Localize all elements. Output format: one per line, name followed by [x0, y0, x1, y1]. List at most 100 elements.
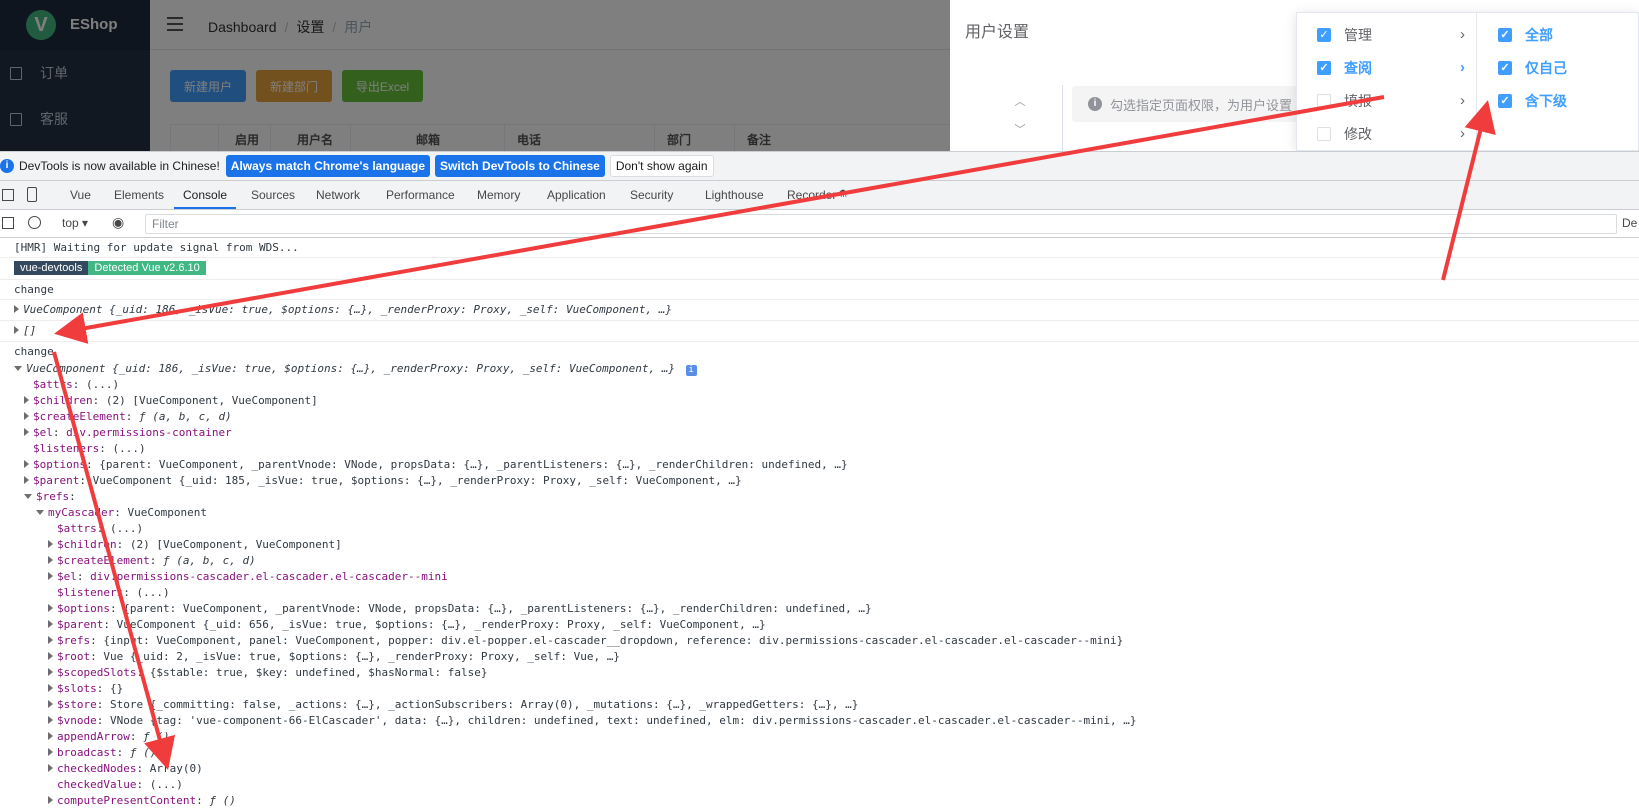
object-property-row[interactable]: $options: {parent: VueComponent, _parent…: [48, 601, 872, 617]
cascader-option-subordinates[interactable]: ✓ 含下级: [1478, 84, 1639, 118]
expand-triangle-icon[interactable]: [24, 396, 29, 404]
tab-network[interactable]: Network: [316, 181, 360, 209]
console-output: [HMR] Waiting for update signal from WDS…: [0, 238, 1639, 812]
expand-triangle-icon[interactable]: [24, 412, 29, 420]
collapse-triangle-icon[interactable]: [24, 494, 32, 499]
expand-triangle-icon[interactable]: [48, 668, 53, 676]
colon: :: [109, 602, 124, 615]
property-key: $refs: [57, 634, 91, 647]
object-property-row[interactable]: $options: {parent: VueComponent, _parent…: [24, 457, 848, 473]
expand-triangle-icon[interactable]: [48, 572, 53, 580]
object-property-row[interactable]: appendArrow: ƒ (): [48, 729, 170, 745]
checkbox-checked-icon[interactable]: ✓: [1317, 61, 1331, 75]
property-key: $options: [57, 602, 110, 615]
expand-triangle-icon[interactable]: [48, 764, 53, 772]
vue-version-badge: Detected Vue v2.6.10: [88, 261, 206, 275]
checkbox-unchecked-icon[interactable]: [1317, 127, 1331, 141]
object-property-row[interactable]: $scopedSlots: {$stable: true, $key: unde…: [48, 665, 488, 681]
checkbox-checked-icon[interactable]: ✓: [1498, 28, 1512, 42]
property-key: $listeners: [33, 442, 100, 455]
expand-triangle-icon[interactable]: [48, 604, 53, 612]
object-property-row[interactable]: $createElement: ƒ (a, b, c, d): [48, 553, 256, 569]
expand-triangle-icon[interactable]: [24, 460, 29, 468]
object-property-row[interactable]: $parent: VueComponent {_uid: 656, _isVue…: [48, 617, 766, 633]
object-property-row[interactable]: $refs:: [24, 489, 76, 505]
clear-console-icon[interactable]: [28, 216, 41, 229]
chevron-down-icon[interactable]: ﹀: [1010, 116, 1030, 144]
eye-icon[interactable]: ◉: [112, 214, 124, 231]
object-property-row[interactable]: $createElement: ƒ (a, b, c, d): [24, 409, 232, 425]
info-icon[interactable]: i: [685, 365, 697, 376]
filter-input[interactable]: Filter: [145, 214, 1617, 234]
object-property-row[interactable]: broadcast: ƒ (): [48, 745, 156, 761]
modal-overlay[interactable]: [0, 0, 950, 151]
expand-triangle-icon[interactable]: [14, 305, 19, 313]
cascader-option-manage[interactable]: ✓ 管理 ›: [1297, 18, 1477, 52]
expand-triangle-icon[interactable]: [24, 428, 29, 436]
cascader-option-edit[interactable]: 修改 ›: [1297, 117, 1477, 151]
object-property-row[interactable]: $el: div.permissions-cascader.el-cascade…: [48, 569, 448, 585]
context-selector[interactable]: top ▾: [62, 216, 88, 230]
tab-vue[interactable]: Vue: [70, 181, 91, 209]
tab-recorder[interactable]: Recorder: [787, 181, 836, 209]
object-property-row[interactable]: checkedNodes: Array(0): [48, 761, 203, 777]
expand-triangle-icon[interactable]: [48, 684, 53, 692]
sidebar-toggle-icon[interactable]: [2, 217, 14, 229]
checkbox-checked-icon[interactable]: ✓: [1498, 94, 1512, 108]
dont-show-again-button[interactable]: Don't show again: [609, 155, 714, 177]
cascader-option-view[interactable]: ✓ 查阅 ›: [1297, 51, 1477, 85]
object-property-row[interactable]: myCascader: VueComponent: [36, 505, 207, 521]
cascader-option-fill[interactable]: 填报 ›: [1297, 84, 1477, 118]
default-levels-dropdown[interactable]: De: [1622, 216, 1637, 230]
object-property-row[interactable]: $root: Vue {_uid: 2, _isVue: true, $opti…: [48, 649, 620, 665]
console-toolbar: top ▾ ◉ Filter De: [0, 210, 1639, 238]
switch-chinese-button[interactable]: Switch DevTools to Chinese: [435, 155, 605, 177]
tab-security[interactable]: Security: [630, 181, 673, 209]
console-message[interactable]: []: [0, 321, 1639, 342]
object-property-row[interactable]: $slots: {}: [48, 681, 123, 697]
expand-triangle-icon[interactable]: [24, 476, 29, 484]
expand-triangle-icon[interactable]: [48, 620, 53, 628]
object-property-row[interactable]: computePresentContent: ƒ (): [48, 793, 236, 809]
expand-triangle-icon[interactable]: [48, 732, 53, 740]
device-toggle-icon[interactable]: [27, 187, 37, 202]
collapse-triangle-icon[interactable]: [14, 366, 22, 371]
cascader-option-self[interactable]: ✓ 仅自己: [1478, 51, 1639, 85]
tab-sources[interactable]: Sources: [251, 181, 295, 209]
expand-triangle-icon[interactable]: [14, 326, 19, 334]
object-property-row[interactable]: $children: (2) [VueComponent, VueCompone…: [24, 393, 318, 409]
expand-triangle-icon[interactable]: [48, 556, 53, 564]
tab-memory[interactable]: Memory: [477, 181, 520, 209]
property-value: {parent: VueComponent, _parentVnode: VNo…: [99, 458, 848, 471]
inspect-element-icon[interactable]: [2, 189, 14, 201]
tab-application[interactable]: Application: [547, 181, 606, 209]
object-property-row[interactable]: $refs: {input: VueComponent, panel: VueC…: [48, 633, 1123, 649]
object-header[interactable]: VueComponent {_uid: 186, _isVue: true, $…: [14, 361, 697, 377]
tab-lighthouse[interactable]: Lighthouse: [705, 181, 764, 209]
object-property-row[interactable]: $vnode: VNode {tag: 'vue-component-66-El…: [48, 713, 1137, 729]
checkbox-checked-icon[interactable]: ✓: [1317, 28, 1331, 42]
expand-triangle-icon[interactable]: [48, 796, 53, 804]
array-preview: []: [23, 324, 37, 337]
object-property-row[interactable]: $parent: VueComponent {_uid: 185, _isVue…: [24, 473, 742, 489]
expand-triangle-icon[interactable]: [48, 652, 53, 660]
chevron-up-icon[interactable]: ︿: [1010, 88, 1030, 116]
expand-triangle-icon[interactable]: [48, 700, 53, 708]
console-message: change: [14, 345, 54, 358]
expand-triangle-icon[interactable]: [48, 716, 53, 724]
cascader-option-all[interactable]: ✓ 全部: [1478, 18, 1639, 52]
console-message[interactable]: VueComponent {_uid: 186, _isVue: true, $…: [0, 300, 1639, 321]
expand-triangle-icon[interactable]: [48, 540, 53, 548]
match-language-button[interactable]: Always match Chrome's language: [225, 155, 431, 177]
object-property-row[interactable]: $children: (2) [VueComponent, VueCompone…: [48, 537, 342, 553]
object-property-row[interactable]: $store: Store {_committing: false, _acti…: [48, 697, 858, 713]
tab-console[interactable]: Console: [174, 181, 237, 209]
collapse-triangle-icon[interactable]: [36, 510, 44, 515]
tab-elements[interactable]: Elements: [114, 181, 164, 209]
checkbox-unchecked-icon[interactable]: [1317, 94, 1331, 108]
checkbox-checked-icon[interactable]: ✓: [1498, 61, 1512, 75]
expand-triangle-icon[interactable]: [48, 748, 53, 756]
expand-triangle-icon[interactable]: [48, 636, 53, 644]
object-property-row[interactable]: $el: div.permissions-container: [24, 425, 232, 441]
tab-performance[interactable]: Performance: [386, 181, 455, 209]
